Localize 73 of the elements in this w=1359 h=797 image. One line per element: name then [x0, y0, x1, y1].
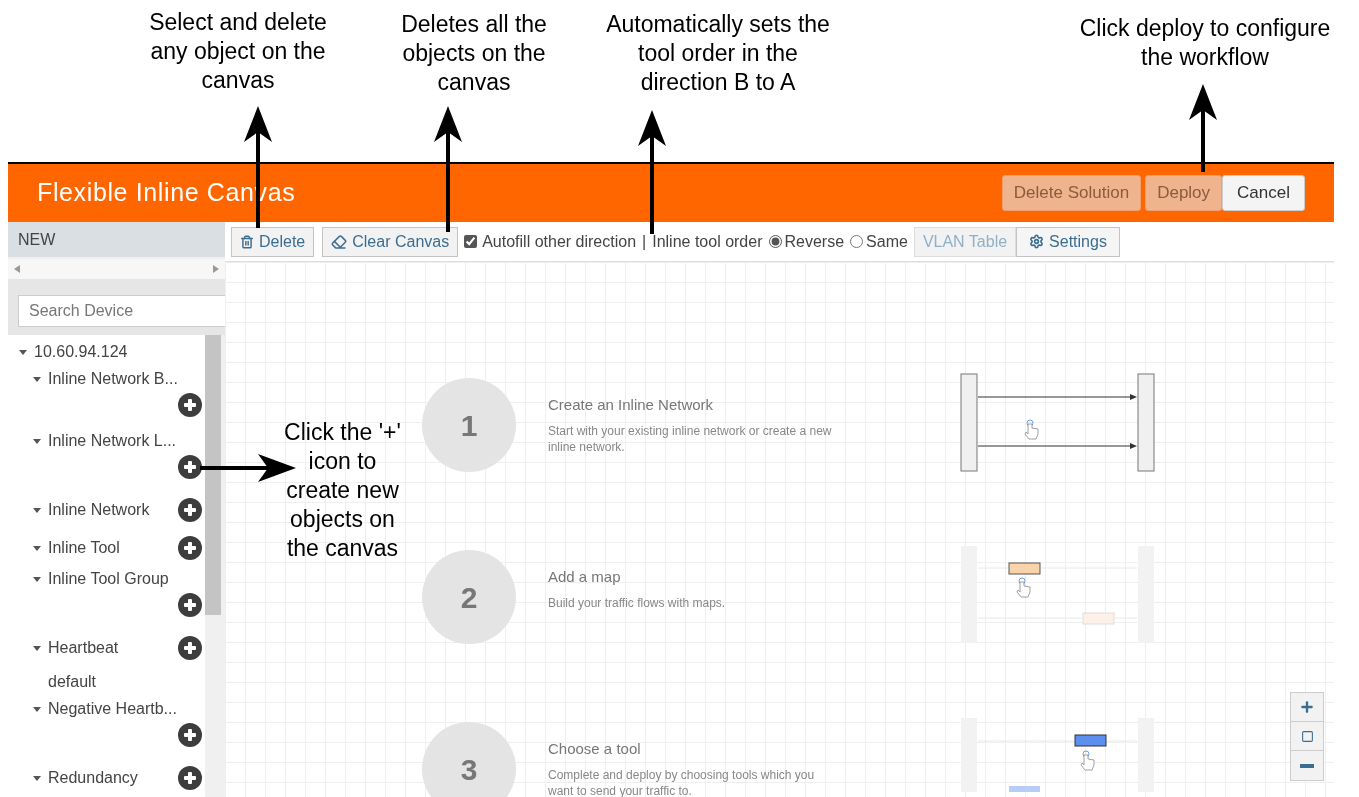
hand-pointer-icon	[1080, 750, 1095, 771]
add-icon[interactable]	[178, 723, 202, 747]
caret-icon[interactable]	[32, 704, 42, 714]
autofill-label: Autofill other direction	[482, 231, 637, 252]
scrollbar-thumb[interactable]	[205, 335, 221, 615]
autofill-checkbox[interactable]	[464, 235, 478, 248]
caret-icon[interactable]	[32, 773, 42, 783]
callout-text: Click deploy to configure the workflow	[1078, 14, 1332, 72]
tree-item[interactable]: Redundancy	[48, 766, 138, 790]
caret-icon[interactable]	[32, 643, 42, 653]
order-radio[interactable]	[768, 235, 782, 248]
step-description: Build your traffic flows with maps.	[548, 594, 727, 611]
step-title: Choose a tool	[548, 739, 642, 759]
header-button[interactable]: Cancel	[1222, 175, 1305, 211]
delete-button[interactable]: Delete	[231, 226, 315, 257]
hand-pointer-icon	[1024, 419, 1039, 440]
step-title: Create an Inline Network	[548, 395, 715, 415]
tree-item[interactable]: Inline Network L...	[48, 429, 177, 453]
tree-item[interactable]: Inline Network	[48, 498, 150, 522]
tree-item[interactable]: default	[44, 670, 97, 694]
tree-item[interactable]: Inline Network B...	[48, 367, 178, 391]
callout-text: Click the '+' icon to create new objects on the canvas	[283, 418, 402, 563]
tool-order-label: Inline tool order	[652, 231, 763, 252]
trash-icon	[240, 234, 254, 249]
tree-item[interactable]: 10.60.94.124	[34, 340, 128, 364]
caret-icon[interactable]	[32, 374, 42, 384]
tool-block	[1009, 786, 1040, 792]
radio-label: Reverse	[784, 231, 845, 252]
minus-icon	[1300, 763, 1314, 768]
add-icon[interactable]	[178, 593, 202, 617]
add-icon[interactable]	[178, 455, 202, 479]
scroll-left-icon[interactable]	[14, 265, 20, 274]
order-radio[interactable]	[850, 235, 864, 248]
square-icon	[1300, 729, 1314, 743]
vertical-scrollbar[interactable]	[205, 335, 225, 797]
clear-canvas-button[interactable]: Clear Canvas	[322, 226, 459, 257]
sidebar-heading: NEW	[18, 229, 56, 250]
caret-icon[interactable]	[32, 574, 42, 584]
search-field[interactable]: Search Device	[18, 295, 228, 327]
step-description: Start with your existing inline network or create a new inline network.	[548, 422, 833, 455]
caret-icon[interactable]	[32, 436, 42, 446]
callout-text: Deletes all the objects on the canvas	[400, 10, 548, 97]
settings-button[interactable]: Settings	[1016, 226, 1120, 257]
tree-item[interactable]: Inline Tool Group	[48, 567, 169, 591]
callout-text: Automatically sets the tool order in the direction B to A	[605, 10, 831, 97]
map-block	[1008, 562, 1041, 575]
hand-pointer-icon	[1016, 577, 1031, 598]
add-icon[interactable]	[178, 536, 202, 560]
tree-item[interactable]: Inline Tool	[48, 536, 120, 560]
tree-item[interactable]: Heartbeat	[48, 636, 119, 660]
step-number: 3	[460, 751, 478, 788]
radio-label: Same	[866, 231, 908, 252]
tree-item[interactable]: Negative Heartb...	[48, 697, 177, 721]
tool-block	[1074, 734, 1107, 747]
map-block	[1082, 612, 1115, 625]
add-icon[interactable]	[178, 393, 202, 417]
scroll-right-icon[interactable]	[213, 265, 219, 274]
add-icon[interactable]	[178, 498, 202, 522]
caret-icon[interactable]	[18, 347, 28, 357]
caret-icon[interactable]	[32, 505, 42, 515]
add-icon[interactable]	[178, 636, 202, 660]
step-number: 2	[460, 579, 478, 616]
horizontal-scrollbar[interactable]	[8, 259, 225, 279]
step-number: 1	[460, 407, 478, 444]
eraser-icon	[331, 233, 348, 250]
add-icon[interactable]	[178, 766, 202, 790]
callout-text: Select and delete any object on the canvas	[148, 8, 328, 95]
step-title: Add a map	[548, 567, 622, 587]
plus-icon	[1299, 699, 1315, 715]
step-description: Complete and deploy by choosing tools which you want to send your traffic to.	[548, 766, 816, 797]
gear-icon	[1029, 234, 1045, 249]
separator-text: |	[642, 231, 647, 252]
caret-icon[interactable]	[32, 543, 42, 553]
